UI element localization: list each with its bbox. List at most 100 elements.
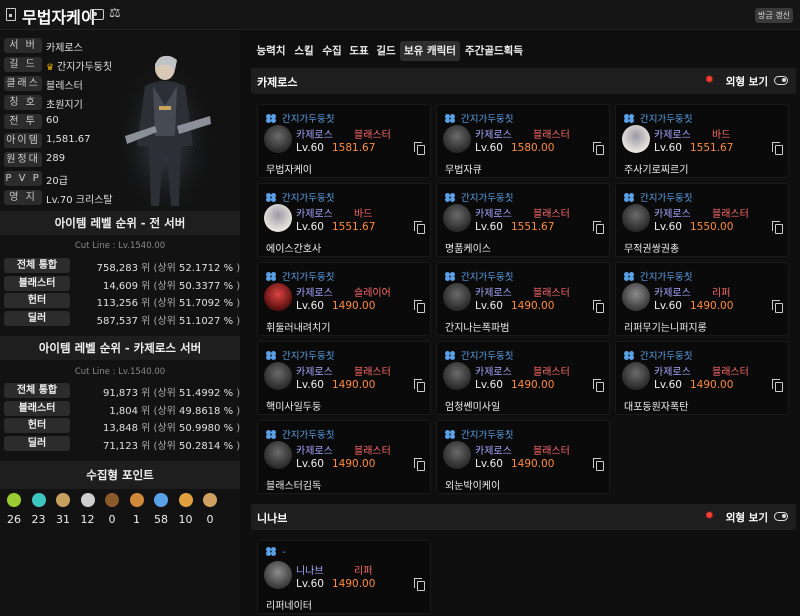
profile-value-text: 20급	[46, 176, 68, 187]
copy-icon[interactable]	[772, 379, 783, 392]
collect-count: 26	[7, 513, 21, 526]
card-guild: 간지가두둥칫	[266, 190, 334, 204]
rank-number: 14,609	[103, 280, 138, 292]
copy-icon[interactable]	[772, 221, 783, 234]
collect-point-item[interactable]: 0	[198, 493, 222, 533]
character-card[interactable]: 간지가두둥칫 카제로스 블래스터 Lv.60 1490.00 핵미사일두둥	[257, 341, 431, 415]
profile-value-text: 카제로스	[46, 43, 83, 54]
refresh-button[interactable]: 방금 갱신	[755, 8, 793, 23]
rank-row: 딜러 587,537 위 (상위 51.1027 % )	[4, 310, 240, 327]
collect-points-title: 수집형 포인트	[0, 461, 240, 489]
collect-count: 0	[108, 513, 116, 526]
profile-value: 1,581.67	[46, 134, 91, 145]
collect-point-item[interactable]: 26	[2, 493, 26, 533]
character-card[interactable]: 간지가두둥칫 카제로스 바드 Lv.60 1551.67 에이스간호사	[257, 183, 431, 257]
avatar	[264, 561, 292, 589]
card-class: 블래스터	[712, 209, 749, 220]
copy-icon[interactable]	[414, 142, 425, 155]
card-guild: 간지가두둥칫	[445, 190, 513, 204]
collect-point-item[interactable]: 1	[125, 493, 149, 533]
character-card[interactable]: 간지가두둥칫 카제로스 블래스터 Lv.60 1490.00 외눈박이케이	[436, 420, 610, 494]
copy-icon[interactable]	[414, 221, 425, 234]
tab-2[interactable]: 수집	[319, 41, 345, 61]
character-card[interactable]: 간지가두둥칫 카제로스 블래스터 Lv.60 1551.67 명품케이스	[436, 183, 610, 257]
collect-point-item[interactable]: 12	[76, 493, 100, 533]
guild-name: 간지가두둥칫	[461, 430, 514, 441]
copy-icon[interactable]	[593, 221, 604, 234]
appearance-toggle[interactable]	[774, 512, 788, 521]
rank-number: 1,804	[109, 405, 138, 417]
card-server: 카제로스	[296, 209, 333, 220]
character-card[interactable]: 간지가두둥칫 카제로스 바드 Lv.60 1551.67 주사기로찌르기	[615, 104, 789, 178]
character-card[interactable]: 간지가두둥칫 카제로스 블래스터 Lv.60 1490.00 간지나는폭파범	[436, 262, 610, 336]
character-card[interactable]: 간지가두둥칫 카제로스 블래스터 Lv.60 1550.00 무적권쌍권총	[615, 183, 789, 257]
tab-3[interactable]: 도표	[346, 41, 372, 61]
server-name: 니나브	[257, 512, 288, 525]
copy-icon[interactable]	[414, 379, 425, 392]
guild-members-icon	[445, 272, 456, 281]
copy-icon[interactable]	[593, 379, 604, 392]
card-character-name: 블래스터김독	[266, 481, 322, 492]
rank-value: 91,873 위 (상위 51.4992 % )	[76, 384, 240, 399]
guild-members-icon	[624, 114, 635, 123]
character-card[interactable]: 간지가두둥칫 카제로스 블래스터 Lv.60 1490.00 엄청쎈미사일	[436, 341, 610, 415]
character-card[interactable]: 간지가두둥칫 카제로스 블래스터 Lv.60 1580.00 무법자큐	[436, 104, 610, 178]
card-level: Lv.60	[475, 300, 503, 312]
card-class: 바드	[712, 130, 731, 141]
collect-point-item[interactable]: 10	[174, 493, 198, 533]
collect-point-item[interactable]: 58	[149, 493, 173, 533]
copy-icon[interactable]	[593, 458, 604, 471]
copy-icon[interactable]	[593, 300, 604, 313]
avatar	[264, 204, 292, 232]
card-level: Lv.60	[475, 142, 503, 154]
id-card-icon[interactable]	[90, 9, 104, 20]
copy-icon[interactable]	[593, 142, 604, 155]
copy-icon[interactable]	[772, 142, 783, 155]
card-server: 카제로스	[475, 367, 512, 378]
card-class: 블래스터	[354, 446, 391, 457]
rank-label: 딜러	[4, 310, 70, 326]
copy-icon[interactable]	[414, 578, 425, 591]
tab-0[interactable]: 능력치	[253, 41, 289, 61]
rank-number: 71,123	[103, 440, 138, 452]
collect-point-item[interactable]: 0	[100, 493, 124, 533]
tab-6[interactable]: 주간골드획득	[461, 41, 527, 61]
guild-members-icon	[266, 272, 277, 281]
profile-value-text: 60	[46, 115, 59, 126]
card-item-level: 1580.00	[511, 142, 555, 154]
tab-5[interactable]: 보유 캐릭터	[400, 41, 460, 61]
character-card[interactable]: - 니나브 리퍼 Lv.60 1490.00 리퍼네이터	[257, 540, 431, 614]
character-card[interactable]: 간지가두둥칫 카제로스 슬레이어 Lv.60 1490.00 휘둘러내려치기	[257, 262, 431, 336]
character-card[interactable]: 간지가두둥칫 카제로스 리퍼 Lv.60 1490.00 리퍼무기는니퍼지롱	[615, 262, 789, 336]
profile-value: 초원지기	[46, 96, 83, 111]
copy-icon[interactable]	[414, 300, 425, 313]
appearance-toggle[interactable]	[774, 76, 788, 85]
guild-name: 간지가두둥칫	[282, 114, 335, 125]
rank-pct-close: )	[233, 405, 241, 417]
guild-members-icon	[266, 547, 277, 556]
guild-name: 간지가두둥칫	[282, 272, 335, 283]
rank-unit: 위 (상위	[138, 315, 180, 327]
rank-unit: 위 (상위	[138, 263, 180, 274]
collect-count: 12	[80, 513, 95, 526]
profile-value-text: 초원지기	[46, 100, 83, 111]
character-card[interactable]: 간지가두둥칫 카제로스 블래스터 Lv.60 1581.67 무법자케이	[257, 104, 431, 178]
bookmark-icon[interactable]	[6, 8, 16, 21]
tab-1[interactable]: 스킬	[290, 41, 318, 61]
scale-icon[interactable]: ⚖	[109, 6, 121, 21]
avatar	[443, 125, 471, 153]
rank-percent: 50.9980 %	[179, 423, 234, 434]
collect-point-item[interactable]: 31	[51, 493, 75, 533]
collect-point-item[interactable]: 23	[27, 493, 51, 533]
character-card[interactable]: 간지가두둥칫 카제로스 블래스터 Lv.60 1490.00 대포동원자폭탄	[615, 341, 789, 415]
refresh-label: 갱신	[775, 11, 790, 20]
copy-icon[interactable]	[772, 300, 783, 313]
copy-icon[interactable]	[414, 458, 425, 471]
profile-value-text: Lv.70 크리스탈	[46, 195, 113, 206]
profile-label: 아이템	[4, 133, 42, 148]
character-name-title: 무법자케이	[22, 8, 96, 27]
card-level: Lv.60	[654, 379, 682, 391]
character-card[interactable]: 간지가두둥칫 카제로스 블래스터 Lv.60 1490.00 블래스터김독	[257, 420, 431, 494]
tab-4[interactable]: 길드	[373, 41, 399, 61]
guild-name: 간지가두둥칫	[461, 351, 514, 362]
